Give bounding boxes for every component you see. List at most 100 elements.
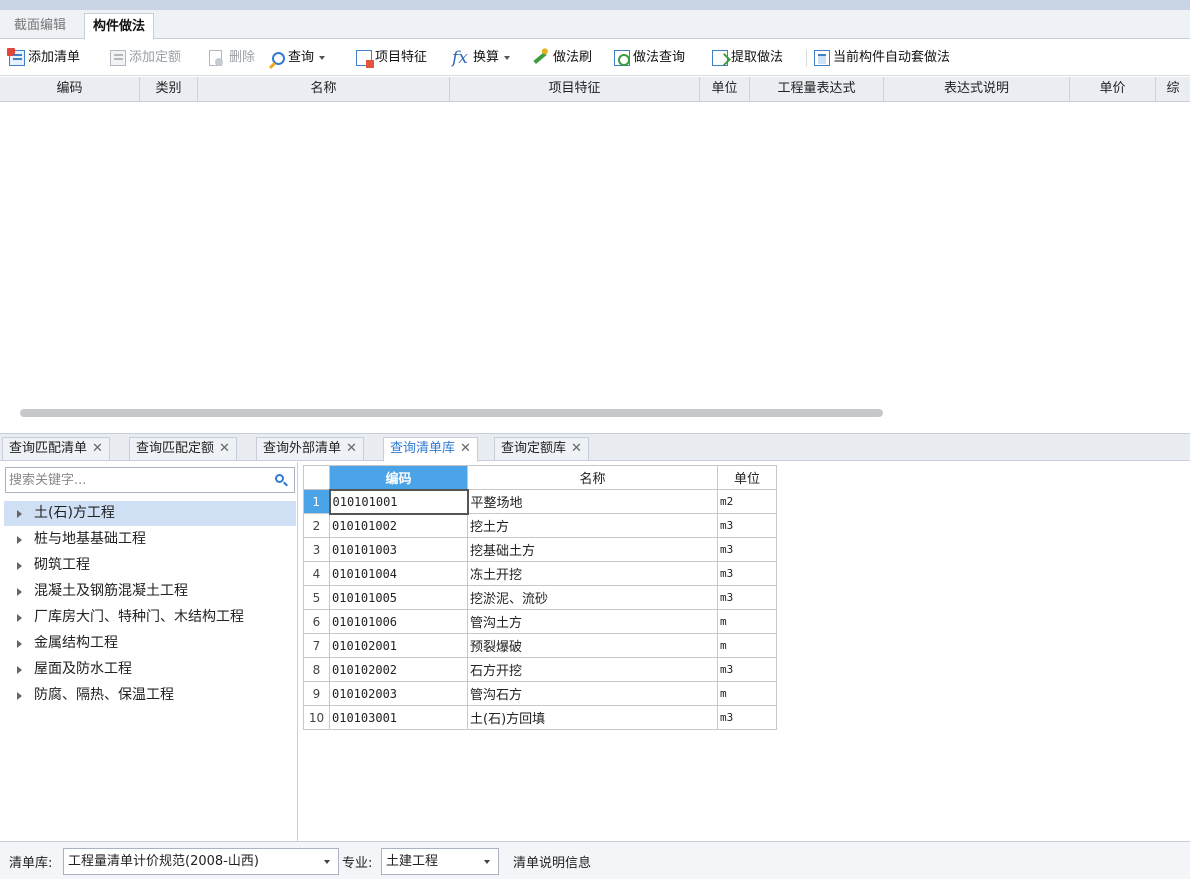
tree-item[interactable]: 砌筑工程: [4, 553, 296, 578]
cell-unit[interactable]: m3: [717, 657, 777, 682]
tab-query-external-bill[interactable]: 查询外部清单 ✕: [256, 437, 364, 461]
cell-unit[interactable]: m3: [717, 705, 777, 730]
delete-button[interactable]: 删除: [209, 48, 255, 68]
row-number[interactable]: 10: [303, 705, 330, 730]
cell-code[interactable]: 010101004: [329, 561, 468, 586]
column-header-quantity-expression[interactable]: 工程量表达式: [750, 77, 884, 101]
column-header-code[interactable]: 编码: [0, 77, 140, 101]
cell-name[interactable]: 挖基础土方: [467, 537, 718, 562]
column-header-feature[interactable]: 项目特征: [450, 77, 700, 101]
cell-code[interactable]: 010101006: [329, 609, 468, 634]
column-header-expression-note[interactable]: 表达式说明: [884, 77, 1070, 101]
column-header-unit-price[interactable]: 单价: [1070, 77, 1156, 101]
column-header-name[interactable]: 名称: [467, 465, 718, 490]
close-icon[interactable]: ✕: [571, 441, 582, 456]
table-row[interactable]: 2 010101002 挖土方 m3: [303, 513, 777, 538]
expand-arrow-icon[interactable]: [17, 640, 22, 648]
table-row[interactable]: 3 010101003 挖基础土方 m3: [303, 537, 777, 562]
cell-name[interactable]: 管沟石方: [467, 681, 718, 706]
column-header-unit[interactable]: 单位: [717, 465, 777, 490]
tab-query-bill-library[interactable]: 查询清单库 ✕: [383, 437, 478, 462]
tab-component-method[interactable]: 构件做法: [84, 13, 155, 40]
cell-unit[interactable]: m: [717, 681, 777, 706]
add-bill-button[interactable]: 添加清单: [7, 48, 80, 68]
cell-code[interactable]: 010101001: [328, 488, 469, 515]
tree-item[interactable]: 桩与地基基础工程: [4, 527, 296, 552]
close-icon[interactable]: ✕: [346, 441, 357, 456]
tab-query-quota-library[interactable]: 查询定额库 ✕: [494, 437, 589, 461]
cell-unit[interactable]: m2: [717, 489, 777, 514]
cell-unit[interactable]: m: [717, 609, 777, 634]
bill-description-info[interactable]: 清单说明信息: [513, 852, 591, 871]
method-brush-button[interactable]: 做法刷: [533, 48, 592, 68]
table-row[interactable]: 6 010101006 管沟土方 m: [303, 609, 777, 634]
table-row[interactable]: 7 010102001 预裂爆破 m: [303, 633, 777, 658]
cell-code[interactable]: 010102002: [329, 657, 468, 682]
cell-code[interactable]: 010102001: [329, 633, 468, 658]
table-row[interactable]: 1 010101001 平整场地 m2: [303, 488, 777, 515]
row-number[interactable]: 5: [303, 585, 330, 610]
row-number[interactable]: 6: [303, 609, 330, 634]
close-icon[interactable]: ✕: [460, 441, 471, 456]
cell-code[interactable]: 010101002: [329, 513, 468, 538]
library-select[interactable]: 工程量清单计价规范(2008-山西): [63, 848, 339, 875]
tab-section-edit[interactable]: 截面编辑: [6, 13, 74, 39]
tree-item[interactable]: 土(石)方工程: [4, 501, 296, 526]
close-icon[interactable]: ✕: [219, 441, 230, 456]
cell-name[interactable]: 预裂爆破: [467, 633, 718, 658]
expand-arrow-icon[interactable]: [17, 562, 22, 570]
tab-query-matched-bill[interactable]: 查询匹配清单 ✕: [2, 437, 110, 461]
cell-name[interactable]: 平整场地: [467, 489, 718, 514]
column-header-name[interactable]: 名称: [198, 77, 450, 101]
extract-method-button[interactable]: 提取做法: [712, 48, 783, 68]
cell-name[interactable]: 挖土方: [467, 513, 718, 538]
auto-apply-method-button[interactable]: 当前构件自动套做法: [814, 48, 950, 68]
cell-unit[interactable]: m3: [717, 561, 777, 586]
row-number[interactable]: 7: [303, 633, 330, 658]
table-row[interactable]: 4 010101004 冻土开挖 m3: [303, 561, 777, 586]
expand-arrow-icon[interactable]: [17, 692, 22, 700]
cell-unit[interactable]: m3: [717, 537, 777, 562]
tree-item[interactable]: 防腐、隔热、保温工程: [4, 683, 296, 708]
tree-item[interactable]: 混凝土及钢筋混凝土工程: [4, 579, 296, 604]
cell-name[interactable]: 土(石)方回填: [467, 705, 718, 730]
column-header-composite[interactable]: 综: [1156, 77, 1190, 101]
row-number[interactable]: 1: [303, 489, 330, 514]
cell-code[interactable]: 010103001: [329, 705, 468, 730]
cell-unit[interactable]: m3: [717, 513, 777, 538]
tree-item[interactable]: 金属结构工程: [4, 631, 296, 656]
cell-name[interactable]: 挖淤泥、流砂: [467, 585, 718, 610]
table-row[interactable]: 8 010102002 石方开挖 m3: [303, 657, 777, 682]
convert-dropdown-button[interactable]: fx 换算: [452, 48, 511, 68]
tree-item[interactable]: 厂库房大门、特种门、木结构工程: [4, 605, 296, 630]
expand-arrow-icon[interactable]: [17, 510, 22, 518]
cell-code[interactable]: 010101003: [329, 537, 468, 562]
search-input[interactable]: [6, 468, 256, 492]
cell-code[interactable]: 010102003: [329, 681, 468, 706]
item-feature-button[interactable]: 项目特征: [356, 48, 427, 68]
table-row[interactable]: 9 010102003 管沟石方 m: [303, 681, 777, 706]
method-grid-body[interactable]: [0, 102, 1190, 424]
cell-code[interactable]: 010101005: [329, 585, 468, 610]
horizontal-scrollbar[interactable]: [20, 409, 883, 417]
row-number[interactable]: 9: [303, 681, 330, 706]
row-number[interactable]: 4: [303, 561, 330, 586]
column-header-code[interactable]: 编码: [329, 465, 468, 490]
expand-arrow-icon[interactable]: [17, 536, 22, 544]
table-row[interactable]: 10 010103001 土(石)方回填 m3: [303, 705, 777, 730]
cell-unit[interactable]: m: [717, 633, 777, 658]
expand-arrow-icon[interactable]: [17, 666, 22, 674]
cell-name[interactable]: 管沟土方: [467, 609, 718, 634]
expand-arrow-icon[interactable]: [17, 588, 22, 596]
row-number[interactable]: 2: [303, 513, 330, 538]
cell-name[interactable]: 冻土开挖: [467, 561, 718, 586]
query-dropdown-button[interactable]: 查询: [272, 48, 326, 68]
search-icon[interactable]: [275, 474, 284, 483]
add-quota-button[interactable]: 添加定额: [110, 48, 181, 68]
column-header-category[interactable]: 类别: [140, 77, 198, 101]
cell-unit[interactable]: m3: [717, 585, 777, 610]
table-row[interactable]: 5 010101005 挖淤泥、流砂 m3: [303, 585, 777, 610]
row-number[interactable]: 8: [303, 657, 330, 682]
specialty-select[interactable]: 土建工程: [381, 848, 499, 875]
row-number[interactable]: 3: [303, 537, 330, 562]
